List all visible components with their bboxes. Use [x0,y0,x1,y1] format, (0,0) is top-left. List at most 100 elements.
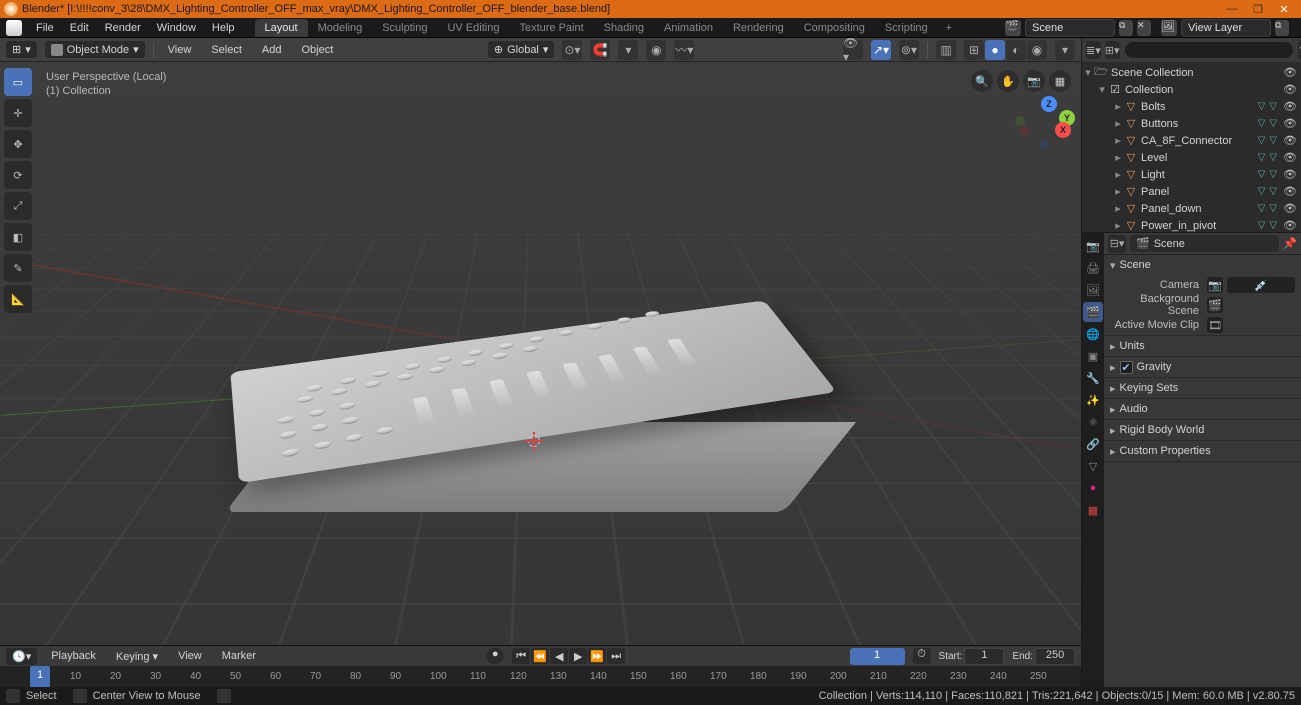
viewport-menu-select[interactable]: Select [205,42,248,58]
tab-shading[interactable]: Shading [594,19,654,37]
outliner-row[interactable]: ▸ ▽ Power_in_pivot ▽▽ 👁 [1082,217,1301,233]
prop-tab-constraints[interactable]: 🔗 [1083,434,1103,454]
prop-tab-texture[interactable]: ▦ [1083,500,1103,520]
autokey-toggle[interactable]: ● [486,648,504,664]
proportional-toggle[interactable]: ◉ [646,40,666,60]
menu-file[interactable]: File [30,20,60,36]
menu-help[interactable]: Help [206,20,241,36]
zoom-nav-icon[interactable]: 🔍 [971,70,993,92]
current-frame-field[interactable]: 1 [850,648,905,665]
shading-wireframe[interactable]: ⊞ [964,40,984,60]
viewlayer-selector[interactable]: 🖼 ⧉ [1161,19,1289,37]
visibility-toggle[interactable]: 👁 [1283,185,1297,198]
shading-rendered[interactable]: ◉ [1027,40,1047,60]
prop-tab-particles[interactable]: ✨ [1083,390,1103,410]
visibility-toggle[interactable]: 👁 [1283,168,1297,181]
jump-prev-key-button[interactable]: ⏪ [531,648,549,664]
shading-lookdev[interactable]: ◐ [1006,40,1026,60]
timeline-menu-view[interactable]: View [172,648,208,664]
outliner-display-dropdown[interactable]: ⊞▾ [1105,41,1120,59]
prop-tab-data[interactable]: ▽ [1083,456,1103,476]
clip-picker[interactable]: 🎞 [1207,317,1223,333]
timeline-menu-keying[interactable]: Keying ▾ [110,648,164,665]
outliner-editor-dropdown[interactable]: ≣▾ [1086,41,1101,59]
panel-rigidbody-header[interactable]: ▸Rigid Body World [1104,420,1301,440]
tab-rendering[interactable]: Rendering [723,19,794,37]
visibility-toggle[interactable]: 👁 [1283,151,1297,164]
jump-next-key-button[interactable]: ⏩ [588,648,606,664]
play-reverse-button[interactable]: ◀ [550,648,568,664]
tab-uv-editing[interactable]: UV Editing [437,19,509,37]
play-button[interactable]: ▶ [569,648,587,664]
prop-tab-scene[interactable]: 🎬 [1083,302,1103,322]
playhead[interactable]: 1 [30,666,50,687]
tool-measure[interactable]: 📐 [4,285,32,313]
maximize-button[interactable]: ❐ [1245,3,1271,16]
tool-annotate[interactable]: ✎ [4,254,32,282]
prop-tab-output[interactable]: 🖨 [1083,258,1103,278]
gizmo-x-axis[interactable]: X [1055,122,1071,138]
menu-window[interactable]: Window [151,20,202,36]
bgscene-picker[interactable]: 🎬 [1207,297,1223,313]
tab-layout[interactable]: Layout [255,19,308,37]
prop-tab-physics[interactable]: ⚛ [1083,412,1103,432]
visibility-toggle[interactable]: 👁 [1283,100,1297,113]
pan-nav-icon[interactable]: ✋ [997,70,1019,92]
overlay-toggle[interactable]: ⊚▾ [899,40,919,60]
tool-scale[interactable]: ⤢ [4,192,32,220]
jump-end-button[interactable]: ⏭ [607,648,625,664]
perspective-nav-icon[interactable]: ▦ [1049,70,1071,92]
panel-gravity-header[interactable]: ▸✔Gravity [1104,357,1301,377]
panel-scene-header[interactable]: ▾Scene [1104,255,1301,275]
editor-type-dropdown[interactable]: ⊞▾ [6,41,37,58]
prop-tab-material[interactable]: ● [1083,478,1103,498]
jump-start-button[interactable]: ⏮ [512,648,530,664]
tool-move[interactable]: ✥ [4,130,32,158]
viewport-menu-object[interactable]: Object [295,42,339,58]
viewport-menu-add[interactable]: Add [256,42,288,58]
prop-tab-object[interactable]: ▣ [1083,346,1103,366]
viewlayer-new-button[interactable]: ⧉ [1275,20,1289,36]
visibility-toggle[interactable]: 👁 [1283,83,1297,96]
timeline-menu-playback[interactable]: Playback [45,648,102,664]
menu-edit[interactable]: Edit [64,20,95,36]
outliner-row[interactable]: ▸ ▽ Bolts ▽▽ 👁 [1082,98,1301,115]
tool-rotate[interactable]: ⟳ [4,161,32,189]
viewlayer-name-field[interactable] [1181,19,1271,37]
visibility-toggle[interactable]: 👁 [1283,219,1297,232]
orientation-dropdown[interactable]: ⊕ Global ▾ [488,41,555,58]
tool-cursor[interactable]: ✛ [4,99,32,127]
prop-tab-viewlayer[interactable]: 🖼 [1083,280,1103,300]
outliner-row[interactable]: ▸ ▽ Level ▽▽ 👁 [1082,149,1301,166]
tab-sculpting[interactable]: Sculpting [372,19,437,37]
gizmo-neg-y[interactable] [1015,116,1025,126]
prop-tab-world[interactable]: 🌐 [1083,324,1103,344]
shading-solid[interactable]: ● [985,40,1005,60]
shading-dropdown[interactable]: ▾ [1055,40,1075,60]
snap-toggle[interactable]: 🧲 [590,40,610,60]
tool-select-box[interactable]: ▭ [4,68,32,96]
panel-audio-header[interactable]: ▸Audio [1104,399,1301,419]
camera-picker[interactable]: 📷 [1207,277,1223,293]
visibility-toggle[interactable]: 👁 [1283,202,1297,215]
proportional-dropdown[interactable]: 〰▾ [674,40,694,60]
outliner-row[interactable]: ▾ 🗁 Scene Collection 👁 [1082,64,1301,81]
camera-nav-icon[interactable]: 📷 [1023,70,1045,92]
timeline-ruler[interactable]: 1 01020304050607080901001101201301401501… [0,666,1081,687]
panel-keying-header[interactable]: ▸Keying Sets [1104,378,1301,398]
tab-modeling[interactable]: Modeling [308,19,373,37]
scene-delete-button[interactable]: ✕ [1137,20,1151,36]
close-button[interactable]: ✕ [1271,3,1297,16]
outliner-row[interactable]: ▸ ▽ Panel ▽▽ 👁 [1082,183,1301,200]
panel-custom-header[interactable]: ▸Custom Properties [1104,441,1301,461]
prop-tab-render[interactable]: 📷 [1083,236,1103,256]
start-frame-field[interactable]: 1 [964,648,1004,665]
minimize-button[interactable]: — [1219,3,1245,15]
xray-toggle[interactable]: ▥ [936,40,956,60]
eyedropper-icon[interactable]: 💉 [1227,277,1295,293]
tab-scripting[interactable]: Scripting [875,19,938,37]
pin-button[interactable]: 📌 [1283,237,1297,250]
add-workspace-button[interactable]: + [938,19,960,37]
snap-dropdown[interactable]: ▾ [618,40,638,60]
visibility-toggle[interactable]: 👁 [1283,117,1297,130]
